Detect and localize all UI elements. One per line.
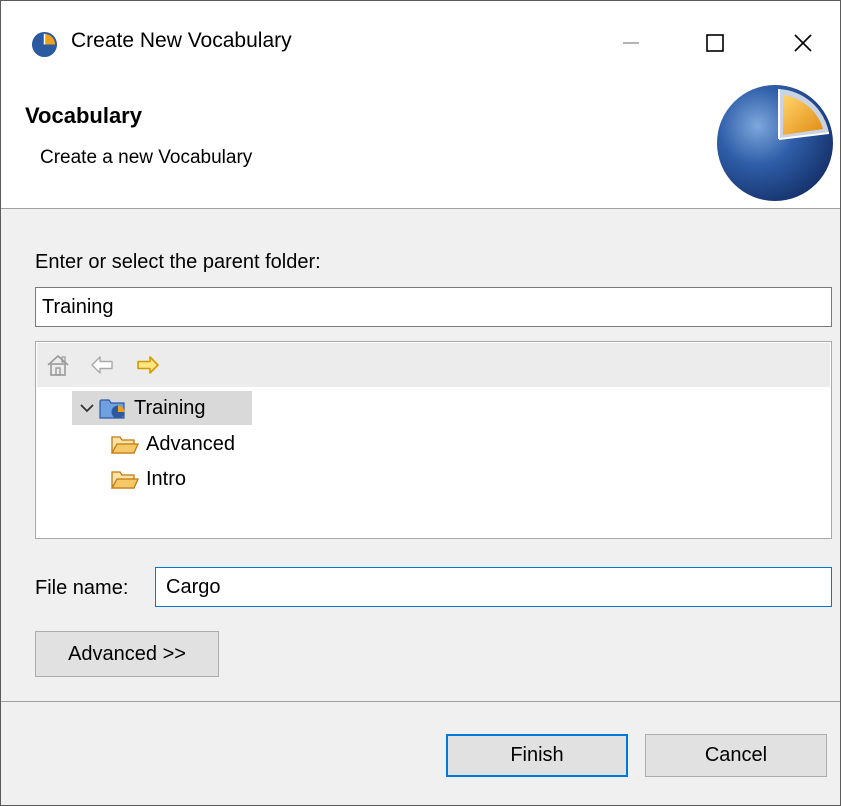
tree-item-label: Training xyxy=(134,396,206,419)
folder-icon xyxy=(110,471,140,489)
tree-item-intro[interactable]: Intro xyxy=(108,462,186,496)
vocabulary-pie-logo xyxy=(717,85,833,201)
dialog-window: Create New Vocabulary Vocabulary Create … xyxy=(0,0,841,806)
tree-item-label: Intro xyxy=(146,467,187,490)
tree-item-training[interactable]: Training xyxy=(72,391,252,425)
tree-item-advanced[interactable]: Advanced xyxy=(108,427,235,461)
parent-folder-label: Enter or select the parent folder: xyxy=(35,251,321,273)
home-icon[interactable] xyxy=(45,352,71,378)
header-banner: Vocabulary Create a new Vocabulary xyxy=(1,85,840,209)
minimize-button[interactable] xyxy=(601,23,661,63)
maximize-icon xyxy=(706,34,724,52)
close-button[interactable] xyxy=(773,23,833,63)
folder-tree[interactable]: Training Advanced Intro xyxy=(35,341,832,539)
folder-icon xyxy=(110,436,140,454)
parent-folder-input[interactable] xyxy=(35,287,832,327)
cancel-button[interactable]: Cancel xyxy=(645,734,827,777)
window-title: Create New Vocabulary xyxy=(71,29,292,52)
title-bar: Create New Vocabulary xyxy=(1,1,840,89)
file-name-input[interactable] xyxy=(155,567,832,607)
separator xyxy=(1,701,840,702)
finish-button[interactable]: Finish xyxy=(446,734,628,777)
back-arrow-icon[interactable] xyxy=(89,352,115,378)
tree-item-label: Advanced xyxy=(146,432,235,455)
advanced-button[interactable]: Advanced >> xyxy=(35,631,219,677)
tree-toolbar xyxy=(37,343,830,387)
page-title: Vocabulary xyxy=(25,103,142,128)
forward-arrow-icon[interactable] xyxy=(135,352,161,378)
project-folder-icon xyxy=(99,399,125,419)
page-description: Create a new Vocabulary xyxy=(40,147,253,168)
vocabulary-pie-icon xyxy=(31,31,58,58)
close-icon xyxy=(794,34,812,52)
file-name-label: File name: xyxy=(35,577,129,599)
minimize-icon xyxy=(623,42,639,44)
chevron-down-icon[interactable] xyxy=(78,391,96,425)
maximize-button[interactable] xyxy=(685,23,745,63)
